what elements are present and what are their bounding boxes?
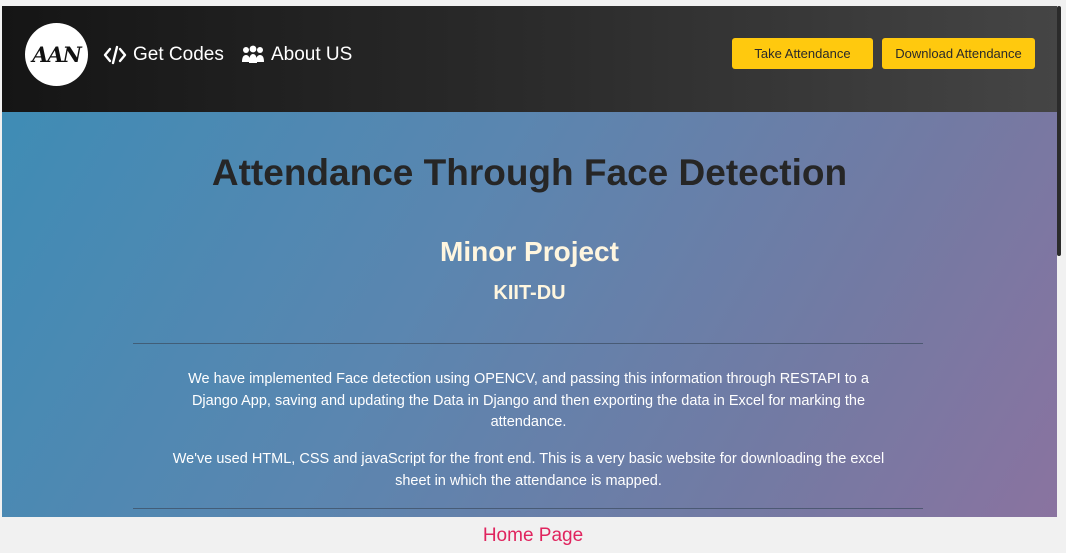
nav-link-label: Get Codes bbox=[133, 44, 224, 65]
download-attendance-button[interactable]: Download Attendance bbox=[882, 38, 1035, 69]
figure-caption: Home Page bbox=[482, 525, 584, 546]
take-attendance-button[interactable]: Take Attendance bbox=[732, 38, 873, 69]
nav-link-about-us[interactable]: About US bbox=[241, 42, 352, 68]
description-paragraph: We have implemented Face detection using… bbox=[188, 371, 869, 430]
divider bbox=[133, 508, 923, 509]
page-title: Attendance Through Face Detection bbox=[211, 152, 848, 193]
nav-link-get-codes[interactable]: Get Codes bbox=[103, 42, 224, 68]
scrollbar-thumb[interactable] bbox=[1057, 6, 1061, 256]
users-icon bbox=[241, 45, 265, 65]
navbar: AAN Get Codes About US Take Attendance D… bbox=[2, 6, 1057, 112]
divider bbox=[133, 343, 923, 344]
project-subtitle: Minor Project bbox=[440, 236, 619, 267]
hero-section: Attendance Through Face Detection Minor … bbox=[2, 112, 1057, 517]
tech-paragraph: We've used HTML, CSS and javaScript for … bbox=[172, 451, 885, 489]
code-icon bbox=[103, 45, 127, 65]
organization-label: KIIT-DU bbox=[493, 282, 566, 304]
logo[interactable]: AAN bbox=[25, 23, 88, 86]
screenshot-frame: AAN Get Codes About US Take Attendance D… bbox=[2, 6, 1057, 517]
nav-link-label: About US bbox=[271, 44, 353, 65]
